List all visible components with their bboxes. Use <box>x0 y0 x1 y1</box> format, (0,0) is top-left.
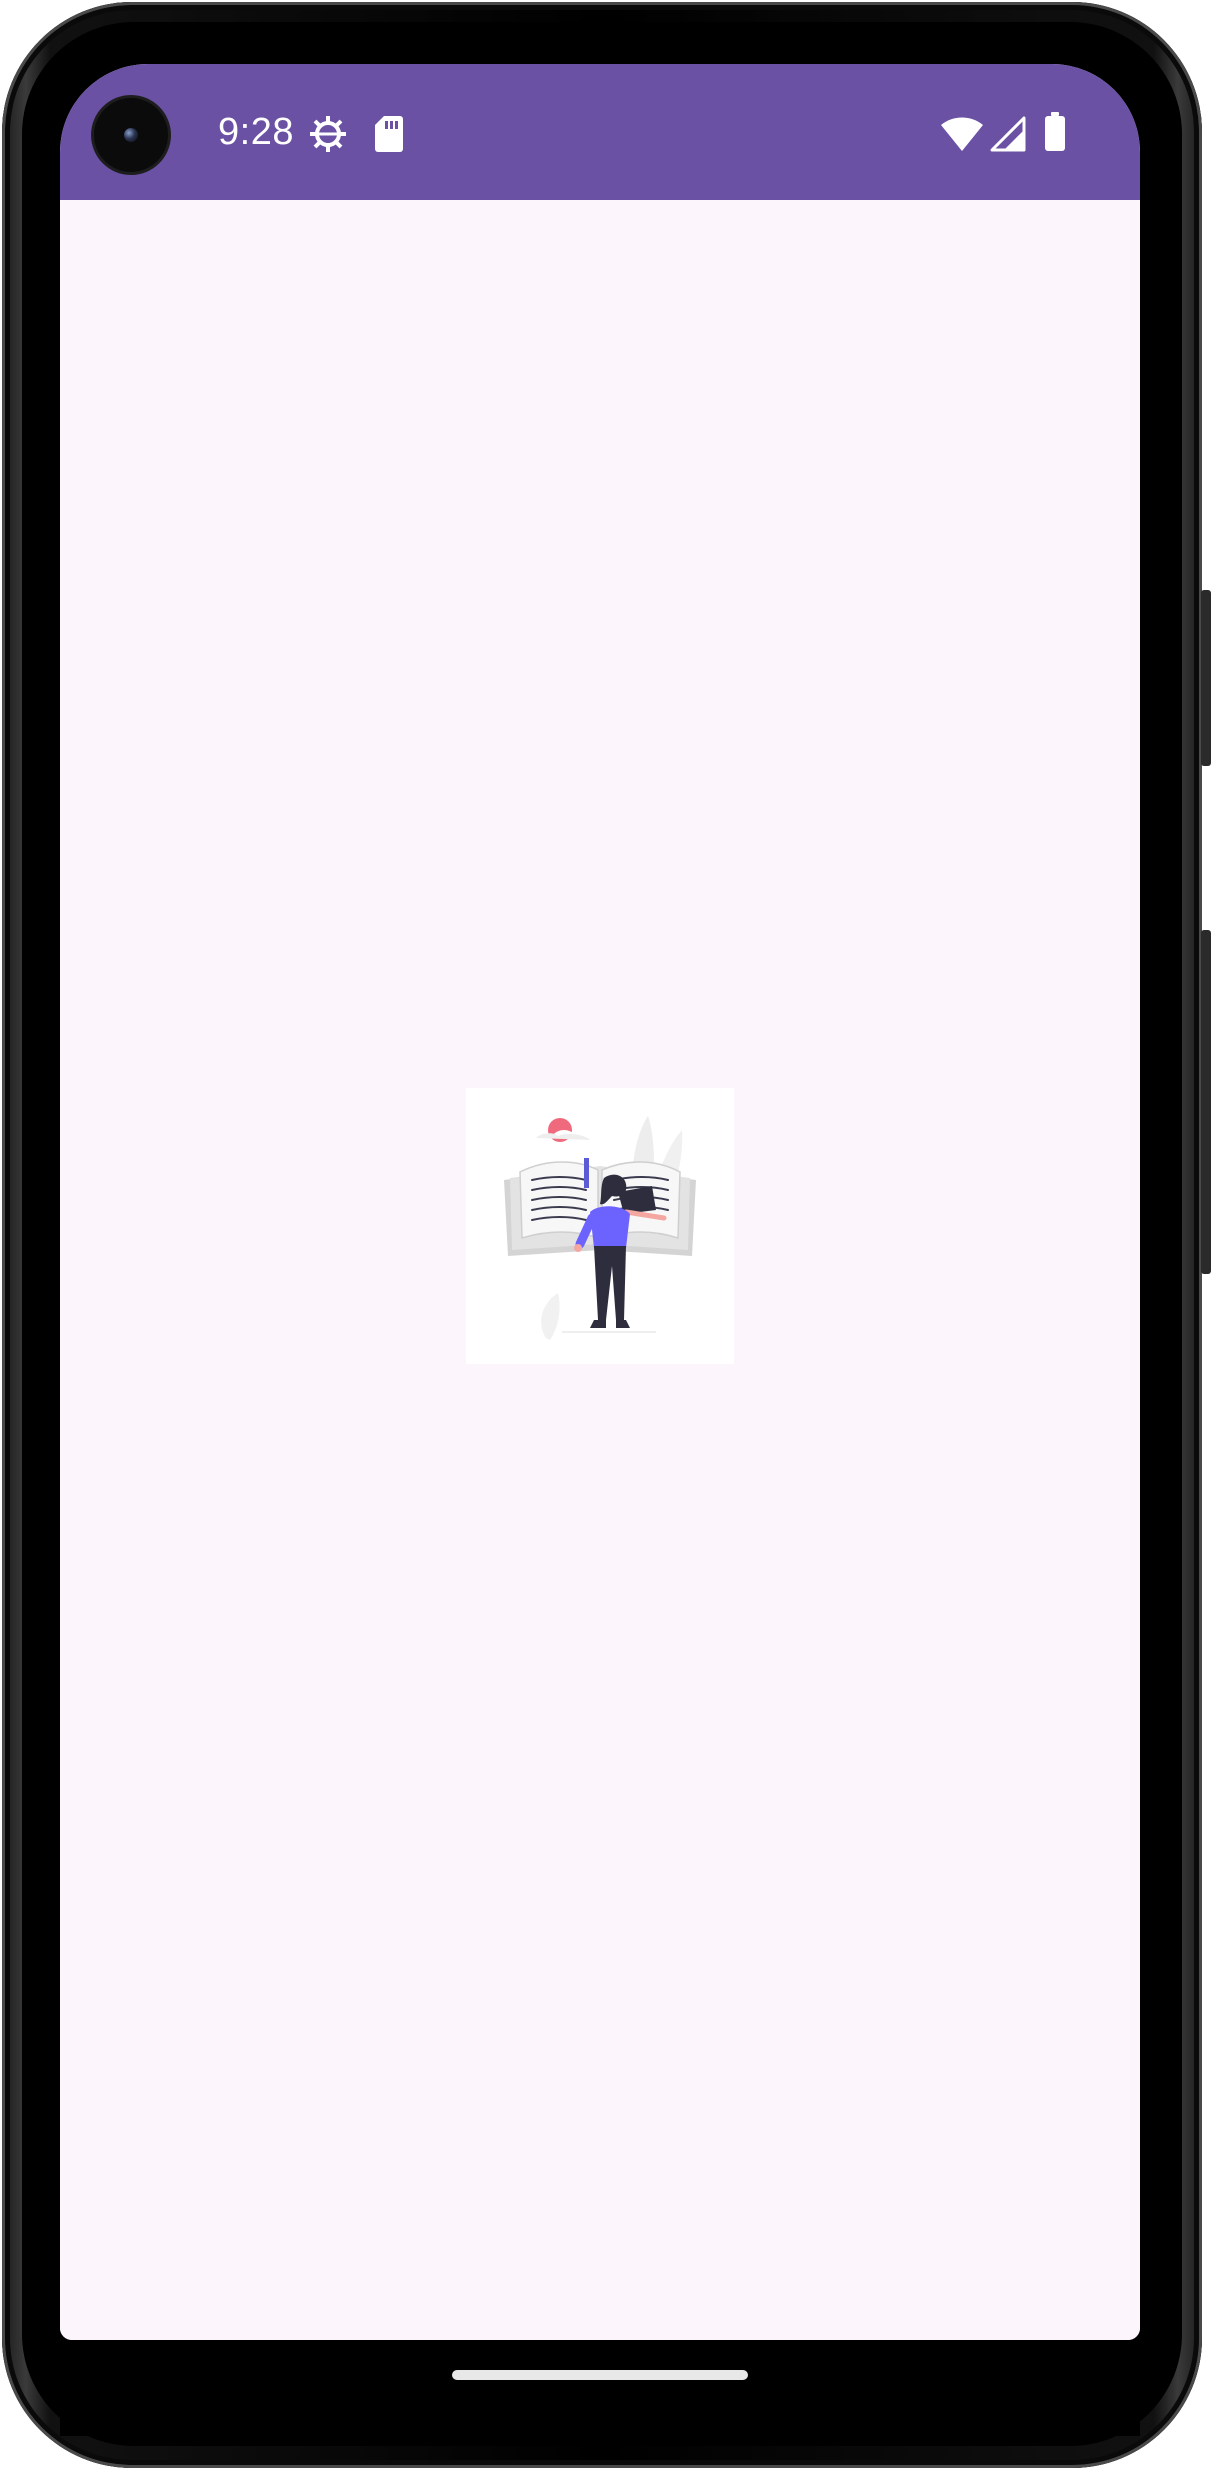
status-bar: 9:28 <box>60 64 1140 200</box>
cellular-signal-icon <box>990 116 1026 152</box>
wifi-icon <box>941 117 983 151</box>
screen: 9:28 <box>60 64 1140 2340</box>
status-time: 9:28 <box>218 111 294 153</box>
battery-icon <box>1045 112 1065 151</box>
front-camera <box>94 98 168 172</box>
home-handle[interactable] <box>452 2370 748 2380</box>
power-button <box>1201 590 1211 766</box>
sd-card-icon <box>375 116 403 152</box>
app-content <box>60 200 1140 2340</box>
book-reading-woman-illustration <box>466 1088 734 1364</box>
phone-device: 9:28 <box>0 0 1211 2474</box>
navigation-bar <box>60 2340 1140 2436</box>
settings-gear-icon <box>310 116 346 152</box>
volume-button <box>1201 930 1211 1274</box>
